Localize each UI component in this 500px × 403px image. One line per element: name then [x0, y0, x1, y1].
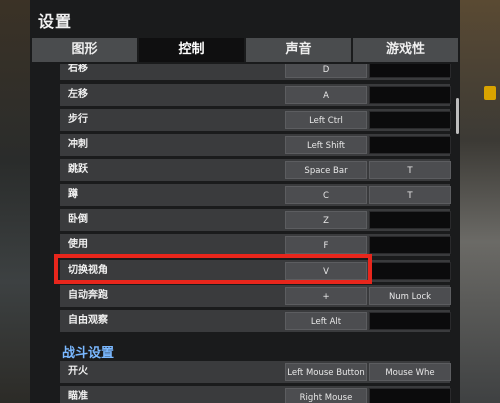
- tab-graphics[interactable]: 图形: [32, 38, 137, 62]
- secondary-key-button[interactable]: [369, 388, 451, 403]
- control-row-prone: 卧倒 Z: [60, 209, 451, 231]
- controls-list: 右移 D 左移 A 步行 Left Ctrl 冲刺 Left Shift 跳跃 …: [60, 64, 458, 403]
- primary-key-button[interactable]: Left Ctrl: [285, 111, 367, 129]
- primary-key-button[interactable]: Left Mouse Button: [285, 363, 367, 381]
- game-background-left: [0, 0, 32, 403]
- control-row-crouch: 蹲 C T: [60, 184, 451, 206]
- settings-panel: 设置 图形 控制 声音 游戏性 右移 D 左移 A 步行 Left Ctrl 冲…: [30, 0, 460, 403]
- control-label: 自动奔跑: [68, 290, 108, 301]
- tab-controls[interactable]: 控制: [139, 38, 244, 62]
- control-label: 左移: [68, 89, 88, 100]
- secondary-key-button[interactable]: [369, 64, 451, 78]
- control-label: 冲刺: [68, 139, 88, 150]
- primary-key-button[interactable]: Left Alt: [285, 312, 367, 330]
- control-row-walk: 步行 Left Ctrl: [60, 109, 451, 131]
- tab-sound[interactable]: 声音: [246, 38, 351, 62]
- primary-key-button[interactable]: C: [285, 186, 367, 204]
- control-row-aim: 瞄准 Right Mouse Button: [60, 386, 451, 403]
- secondary-key-button[interactable]: [369, 111, 451, 129]
- secondary-key-button[interactable]: Mouse Whe: [369, 363, 451, 381]
- control-label: 卧倒: [68, 214, 88, 225]
- control-row-sprint: 冲刺 Left Shift: [60, 134, 451, 156]
- secondary-key-button[interactable]: Num Lock: [369, 287, 451, 305]
- secondary-key-button[interactable]: T: [369, 186, 451, 204]
- primary-key-button[interactable]: D: [285, 64, 367, 78]
- settings-tabs: 图形 控制 声音 游戏性: [32, 38, 460, 62]
- highlight-annotation-box: [54, 254, 372, 284]
- control-label: 使用: [68, 239, 88, 250]
- control-row-move-right: 右移 D: [60, 64, 451, 80]
- primary-key-button[interactable]: A: [285, 86, 367, 104]
- tab-gameplay[interactable]: 游戏性: [353, 38, 458, 62]
- primary-key-button[interactable]: Right Mouse Button: [285, 388, 367, 403]
- control-label: 步行: [68, 114, 88, 125]
- control-row-free-look: 自由观察 Left Alt: [60, 310, 451, 332]
- control-label: 自由观察: [68, 315, 108, 326]
- control-label: 开火: [68, 366, 88, 377]
- primary-key-button[interactable]: F: [285, 236, 367, 254]
- combat-section-title: 战斗设置: [62, 346, 115, 361]
- control-label: 右移: [68, 64, 88, 74]
- secondary-key-button[interactable]: [369, 312, 451, 330]
- secondary-key-button[interactable]: [369, 262, 451, 280]
- control-row-jump: 跳跃 Space Bar T: [60, 159, 451, 181]
- secondary-key-button[interactable]: [369, 86, 451, 104]
- primary-key-button[interactable]: Z: [285, 211, 367, 229]
- control-label: 跳跃: [68, 164, 88, 175]
- control-row-move-left: 左移 A: [60, 84, 451, 106]
- control-row-use: 使用 F: [60, 234, 451, 256]
- primary-key-button[interactable]: Left Shift: [285, 136, 367, 154]
- secondary-key-button[interactable]: [369, 236, 451, 254]
- secondary-key-button[interactable]: T: [369, 161, 451, 179]
- scrollbar-thumb[interactable]: [456, 98, 459, 134]
- control-label: 蹲: [68, 189, 78, 200]
- secondary-key-button[interactable]: [369, 136, 451, 154]
- settings-title: 设置: [38, 12, 73, 31]
- control-row-fire: 开火 Left Mouse Button Mouse Whe: [60, 361, 451, 383]
- primary-key-button[interactable]: +: [285, 287, 367, 305]
- yellow-marker-icon: [484, 86, 496, 100]
- primary-key-button[interactable]: Space Bar: [285, 161, 367, 179]
- control-label: 瞄准: [68, 391, 88, 402]
- control-row-auto-run: 自动奔跑 + Num Lock: [60, 285, 451, 307]
- game-background-right: [458, 0, 500, 403]
- secondary-key-button[interactable]: [369, 211, 451, 229]
